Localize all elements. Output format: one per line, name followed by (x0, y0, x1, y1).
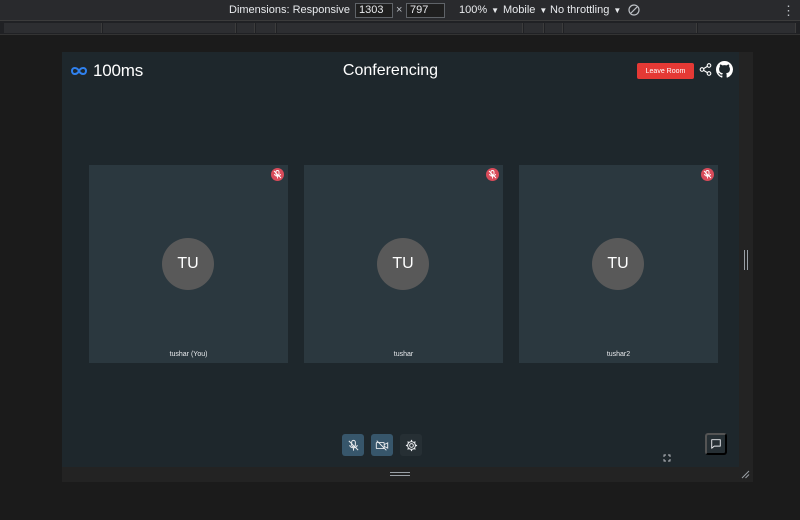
app-header: 100ms Conferencing Leave Room (62, 52, 739, 92)
ruler-segment[interactable] (698, 23, 796, 33)
leave-room-button[interactable]: Leave Room (637, 63, 694, 79)
width-resize-handle[interactable] (739, 52, 753, 482)
camera-toggle-button[interactable] (371, 434, 393, 456)
width-input[interactable]: 1303 (355, 3, 393, 18)
device-toolbar: Dimensions: Responsive ▼ 1303 × 797 100%… (0, 0, 800, 21)
settings-button[interactable] (400, 434, 422, 456)
video-tile[interactable]: TU tushar (You) (89, 165, 288, 363)
participant-name: tushar2 (606, 351, 631, 358)
dimensions-dropdown[interactable]: Dimensions: Responsive ▼ (229, 4, 362, 16)
ruler-segment[interactable] (4, 23, 102, 33)
participant-name: tushar (You) (169, 351, 208, 358)
throttling-dropdown[interactable]: No throttling ▼ (550, 4, 621, 16)
mic-off-icon (347, 439, 359, 451)
ruler-segment[interactable] (237, 23, 255, 33)
throttling-caret-icon: ▼ (613, 5, 622, 15)
zoom-label: 100% (459, 4, 488, 16)
mic-off-icon (486, 168, 499, 181)
zoom-dropdown[interactable]: 100% ▼ (459, 4, 499, 16)
ruler-segment[interactable] (524, 23, 544, 33)
zoom-caret-icon: ▼ (491, 5, 500, 15)
call-controls (342, 434, 422, 456)
more-options-icon[interactable]: ⋮ (782, 3, 795, 19)
avatar: TU (592, 238, 644, 290)
chat-button[interactable] (705, 433, 727, 455)
page-title: Conferencing (342, 62, 439, 79)
ruler-segment[interactable] (545, 23, 563, 33)
video-grid: TU tushar (You) TU tushar TU tushar2 (89, 165, 719, 363)
participant-name: tushar (393, 351, 414, 358)
corner-resize-icon[interactable] (740, 469, 750, 479)
device-caret-icon: ▼ (539, 5, 548, 15)
chat-icon (711, 439, 721, 449)
app-viewport: 100ms Conferencing Leave Room TU tushar … (62, 52, 739, 467)
rotate-icon[interactable] (627, 3, 641, 17)
ruler-segment[interactable] (256, 23, 276, 33)
media-query-ruler (0, 21, 800, 35)
mic-toggle-button[interactable] (342, 434, 364, 456)
height-input[interactable]: 797 (406, 3, 445, 18)
avatar: TU (377, 238, 429, 290)
mic-off-icon (701, 168, 714, 181)
video-tile[interactable]: TU tushar2 (519, 165, 718, 363)
ruler-segment[interactable] (103, 23, 236, 33)
device-dropdown[interactable]: Mobile ▼ (503, 4, 547, 16)
video-tile[interactable]: TU tushar (304, 165, 503, 363)
mic-off-icon (271, 168, 284, 181)
avatar: TU (162, 238, 214, 290)
video-off-icon (375, 439, 389, 451)
throttling-label: No throttling (550, 4, 610, 16)
expand-icon[interactable] (663, 454, 671, 462)
dimensions-label: Dimensions: Responsive (229, 4, 351, 16)
resize-grip-icon (744, 250, 748, 270)
share-icon[interactable] (699, 63, 712, 76)
ruler-segment[interactable] (564, 23, 697, 33)
device-label: Mobile (503, 4, 536, 16)
ruler-segment[interactable] (277, 23, 523, 33)
gear-icon (405, 439, 417, 451)
height-resize-handle[interactable] (62, 467, 753, 482)
resize-grip-icon (390, 472, 410, 476)
github-icon[interactable] (716, 61, 733, 78)
times-separator: × (396, 4, 403, 16)
